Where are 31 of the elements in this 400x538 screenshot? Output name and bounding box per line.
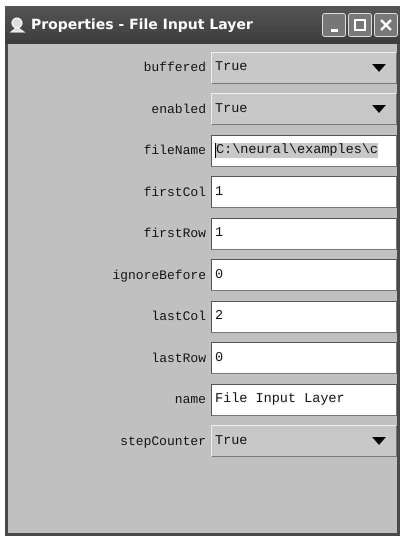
input-field[interactable]: 1 [211, 218, 397, 250]
property-label: ignoreBefore [111, 268, 207, 283]
minimize-icon [330, 28, 338, 32]
app-icon [9, 16, 27, 34]
input-field[interactable]: 0 [211, 259, 397, 292]
close-button[interactable] [374, 13, 398, 37]
property-label: firstRow [142, 226, 207, 242]
input-field[interactable]: C:\neural\examples\c [211, 134, 397, 167]
input-field[interactable]: 2 [211, 300, 397, 333]
dropdown[interactable]: True [211, 52, 397, 84]
minimize-button[interactable] [322, 13, 346, 37]
caret-icon [372, 437, 386, 446]
property-label: lastRow [150, 350, 207, 366]
property-label: firstCol [142, 184, 207, 200]
property-label: lastCol [150, 309, 207, 324]
maximize-icon [353, 18, 367, 32]
property-label: name [174, 392, 207, 408]
maximize-button[interactable] [348, 13, 372, 37]
window-title: Properties - File Input Layer [31, 17, 254, 33]
caret-icon [372, 105, 386, 114]
caret-icon [372, 64, 386, 72]
dropdown[interactable]: True [211, 93, 397, 126]
property-label: buffered [142, 60, 207, 76]
input-field[interactable]: 0 [211, 342, 397, 374]
input-field[interactable]: 1 [211, 176, 397, 208]
input-field[interactable]: File Input Layer [211, 384, 397, 416]
property-label: fileName [142, 143, 207, 158]
dropdown[interactable]: True [211, 425, 397, 458]
close-icon [379, 18, 393, 32]
property-label: enabled [150, 102, 207, 117]
property-label: stepCounter [119, 434, 207, 449]
